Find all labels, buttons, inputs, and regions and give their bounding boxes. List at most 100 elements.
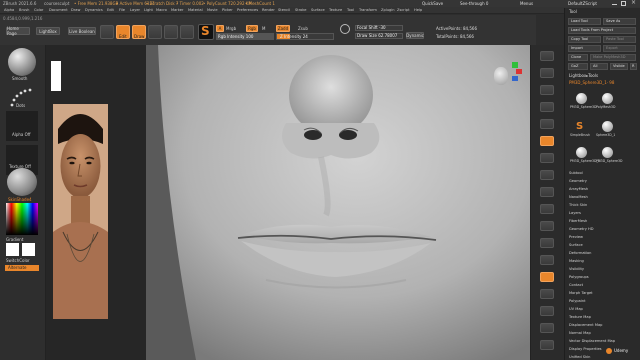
subpalette-polypaint[interactable]: Polypaint — [569, 299, 586, 303]
main-color-swatch[interactable] — [6, 243, 19, 256]
all-button[interactable]: All — [590, 63, 608, 70]
xpose-button[interactable] — [540, 340, 554, 350]
menu-brush[interactable]: Brush — [19, 8, 29, 12]
menu-color[interactable]: Color — [34, 8, 43, 12]
menu-document[interactable]: Document — [49, 8, 68, 12]
menu-light[interactable]: Light — [144, 8, 153, 12]
subpalette-nanomesh[interactable]: NanoMesh — [569, 195, 588, 199]
subpalette-vector-displacement-map[interactable]: Vector Displacement Map — [569, 339, 615, 343]
smooth-brush-icon[interactable] — [8, 48, 36, 76]
maximize-icon[interactable] — [621, 1, 626, 6]
subpalette-visibility[interactable]: Visibility — [569, 267, 584, 271]
orientation-head-icon[interactable] — [494, 67, 508, 85]
paste-tool-button[interactable]: Paste Tool — [603, 36, 636, 43]
menus-toggle[interactable]: Menus — [520, 1, 533, 6]
gyro-xyz-button[interactable] — [540, 170, 554, 180]
dynamic-button[interactable]: Dynamic — [406, 32, 424, 39]
line-fill-button[interactable] — [540, 255, 554, 265]
rotate-button[interactable] — [540, 238, 554, 248]
see-through-slider[interactable]: See-through 0 — [460, 1, 488, 6]
menu-render[interactable]: Render — [262, 8, 275, 12]
menu-file[interactable]: File — [119, 8, 125, 12]
menu-layer[interactable]: Layer — [130, 8, 140, 12]
subpalette-deformation[interactable]: Deformation — [569, 251, 591, 255]
polyf-button[interactable] — [540, 272, 554, 282]
aahalf-button[interactable] — [540, 102, 554, 112]
tool-thumb-3[interactable]: Sphere3D_1 — [596, 120, 618, 140]
subpalette-texture-map[interactable]: Texture Map — [569, 315, 591, 319]
menu-stencil[interactable]: Stencil — [278, 8, 290, 12]
menu-material[interactable]: Material — [188, 8, 203, 12]
load-tools-from-project-button[interactable]: Load Tools From Project — [568, 27, 636, 34]
move-button[interactable] — [148, 25, 162, 39]
solo-button[interactable] — [540, 323, 554, 333]
subpalette-polygroups[interactable]: Polygroups — [569, 275, 589, 279]
zsub-toggle[interactable]: Zsub — [298, 26, 308, 31]
move-button[interactable] — [540, 204, 554, 214]
menu-zplugin[interactable]: Zplugin — [381, 8, 395, 12]
live-boolean-button[interactable]: Live Boolean — [68, 27, 96, 35]
menu-zscript[interactable]: Zscript — [397, 8, 409, 12]
menu-surface[interactable]: Surface — [311, 8, 325, 12]
zoom3d-button[interactable] — [540, 221, 554, 231]
subpalette-contact[interactable]: Contact — [569, 283, 583, 287]
menu-picker[interactable]: Picker — [222, 8, 233, 12]
subpalette-layers[interactable]: Layers — [569, 211, 581, 215]
menu-edit[interactable]: Edit — [107, 8, 114, 12]
dynamic-persp-button[interactable] — [540, 119, 554, 129]
clone-button[interactable]: Clone — [568, 54, 588, 61]
m-toggle[interactable]: M — [262, 26, 265, 31]
subpalette-unified-skin[interactable]: Unified Skin — [569, 355, 590, 359]
make-polymesh-button[interactable]: Make PolyMesh3D — [590, 54, 636, 61]
subpalette-display-properties[interactable]: Display Properties — [569, 347, 602, 351]
frame-button[interactable] — [540, 187, 554, 197]
edit-mode-button[interactable] — [100, 25, 114, 39]
subpalette-subtool[interactable]: Subtool — [569, 171, 583, 175]
menu-alpha[interactable]: Alpha — [4, 8, 14, 12]
subpalette-surface[interactable]: Surface — [569, 243, 583, 247]
import-button[interactable]: Import — [568, 45, 601, 52]
load-tool-button[interactable]: Load Tool — [568, 18, 601, 25]
tool-thumb-2[interactable]: S SimpleBrush — [570, 120, 592, 140]
copy-tool-button[interactable]: Copy Tool — [568, 36, 601, 43]
subpalette-fibermesh[interactable]: FiberMesh — [569, 219, 587, 223]
tool-thumb-1[interactable]: PolyMesh3D — [596, 92, 618, 112]
menu-draw[interactable]: Draw — [71, 8, 80, 12]
actual-button[interactable] — [540, 85, 554, 95]
rgb-toggle[interactable]: Rgb — [246, 25, 258, 32]
subpalette-preview[interactable]: Preview — [569, 235, 583, 239]
transp-button[interactable] — [540, 289, 554, 299]
floor-button[interactable] — [540, 136, 554, 146]
menu-dynamics[interactable]: Dynamics — [85, 8, 103, 12]
ghost-button[interactable] — [540, 306, 554, 316]
viewport-canvas[interactable] — [146, 45, 530, 360]
tool-thumb-4[interactable]: PM3D_Sphere3D_1 — [570, 146, 600, 166]
menu-help[interactable]: Help — [414, 8, 422, 12]
material-sphere[interactable] — [7, 168, 37, 196]
scroll-button[interactable] — [540, 51, 554, 61]
subpalette-geometry-hd[interactable]: Geometry HD — [569, 227, 594, 231]
lightbox-tools-button[interactable]: Lightbox▸Tools — [569, 73, 598, 78]
mrgb-toggle[interactable]: Mrgb — [226, 26, 236, 31]
zadd-toggle[interactable]: Zadd — [276, 25, 290, 32]
secondary-color-swatch[interactable] — [22, 243, 35, 256]
export-button[interactable]: Export — [603, 45, 636, 52]
subpalette-displacement-map[interactable]: Displacement Map — [569, 323, 602, 327]
subpalette-normal-map[interactable]: Normal Map — [569, 331, 591, 335]
zoom-button[interactable] — [540, 68, 554, 78]
menu-stroke[interactable]: Stroke — [295, 8, 306, 12]
subpalette-arraymesh[interactable]: ArrayMesh — [569, 187, 588, 191]
menu-preferences[interactable]: Preferences — [237, 8, 258, 12]
subpalette-masking[interactable]: Masking — [569, 259, 584, 263]
menu-texture[interactable]: Texture — [329, 8, 342, 12]
subpalette-thick-skin[interactable]: Thick Skin — [569, 203, 587, 207]
switch-color-button[interactable]: SwitchColor — [6, 258, 30, 263]
scale-button[interactable] — [164, 25, 178, 39]
a-toggle[interactable]: A — [216, 25, 224, 32]
color-picker[interactable] — [6, 203, 38, 235]
rotate-button[interactable] — [180, 25, 194, 39]
r-button[interactable]: R — [630, 63, 637, 70]
menu-transform[interactable]: Transform — [359, 8, 377, 12]
close-icon[interactable]: × — [631, 0, 636, 6]
subpalette-geometry[interactable]: Geometry — [569, 179, 587, 183]
